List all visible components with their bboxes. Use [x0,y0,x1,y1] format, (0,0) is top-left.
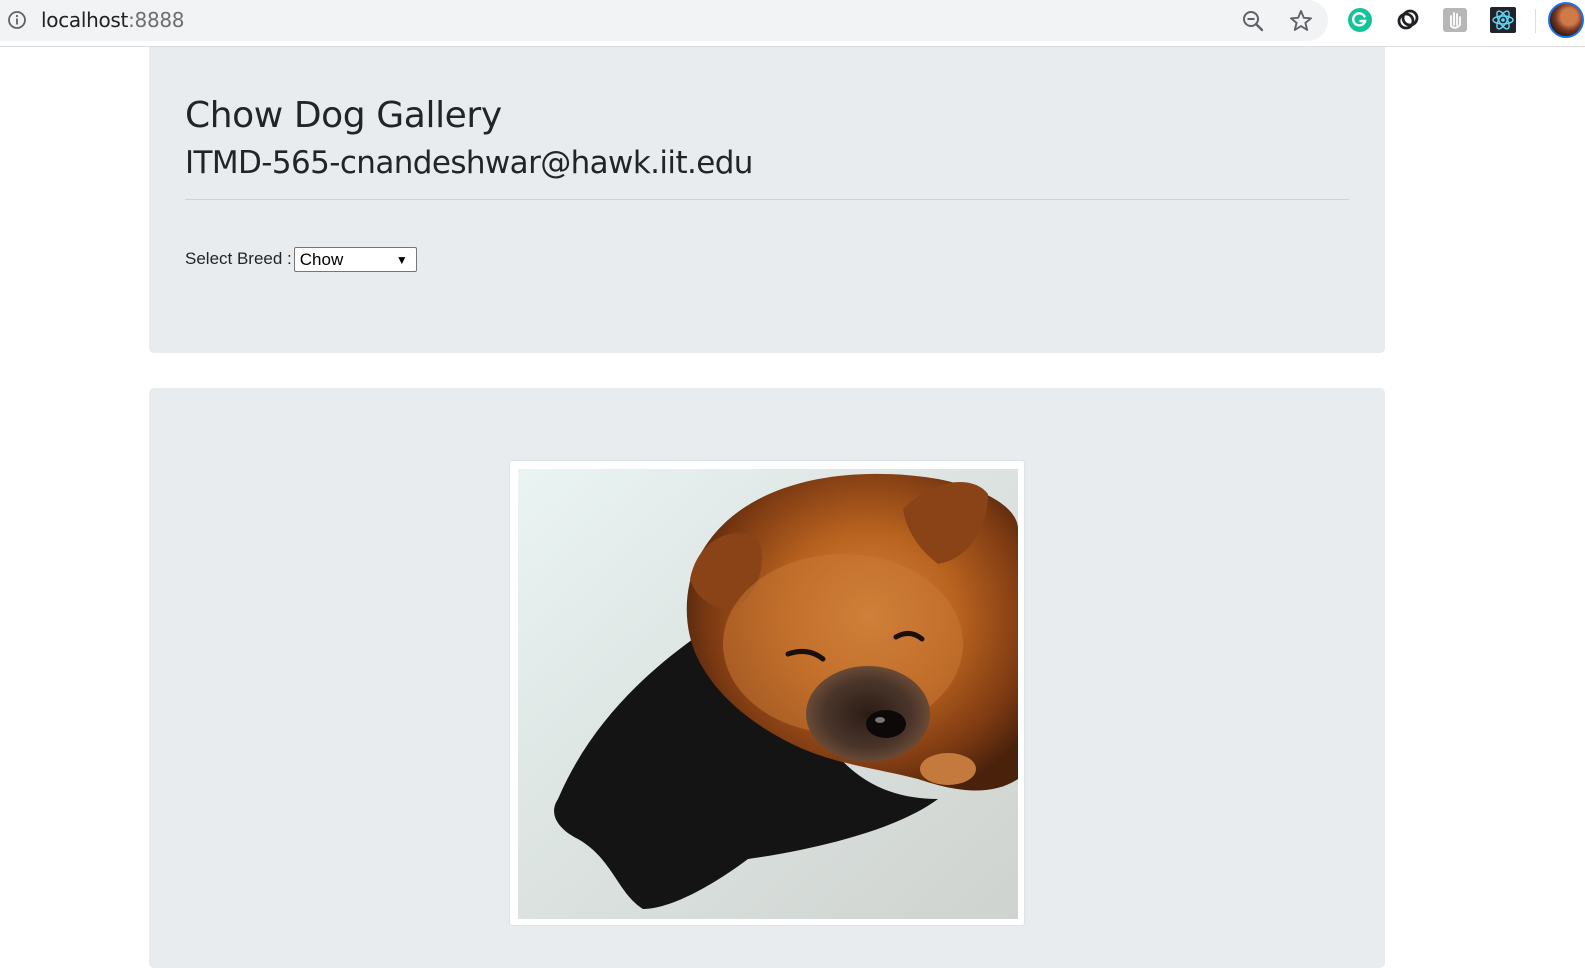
breed-select-label: Select Breed : [185,249,292,268]
browser-toolbar: localhost:8888 [0,0,1585,47]
react-devtools-icon[interactable] [1490,7,1516,33]
url-text[interactable]: localhost:8888 [41,8,185,32]
image-thumbnail [509,460,1025,926]
breed-select[interactable]: Chow ▼ [293,246,417,272]
link-extension-icon[interactable] [1395,7,1421,33]
divider [185,199,1349,200]
zoom-out-icon[interactable] [1240,8,1266,34]
grammarly-extension-icon[interactable] [1347,7,1373,33]
bookmark-star-icon[interactable] [1288,8,1314,34]
profile-avatar[interactable] [1548,2,1584,38]
page-title: Chow Dog Gallery [185,95,502,136]
page-subtitle: ITMD-565-cnandeshwar@hawk.iit.edu [185,145,753,181]
url-port: :8888 [128,8,185,32]
toolbar-divider [1535,9,1536,33]
url-host: localhost [41,8,129,32]
info-icon[interactable] [7,10,27,30]
address-bar[interactable]: localhost:8888 [0,0,1328,41]
breed-select-value: Chow [299,249,344,269]
dropdown-arrow-icon: ▼ [395,252,408,267]
hand-extension-icon[interactable] [1442,7,1468,33]
header-jumbotron: Chow Dog Gallery ITMD-565-cnandeshwar@ha… [149,47,1385,353]
gallery-jumbotron [149,388,1385,968]
breed-selector-row: Select Breed : Chow ▼ [185,245,417,273]
dog-photo [518,469,1018,919]
